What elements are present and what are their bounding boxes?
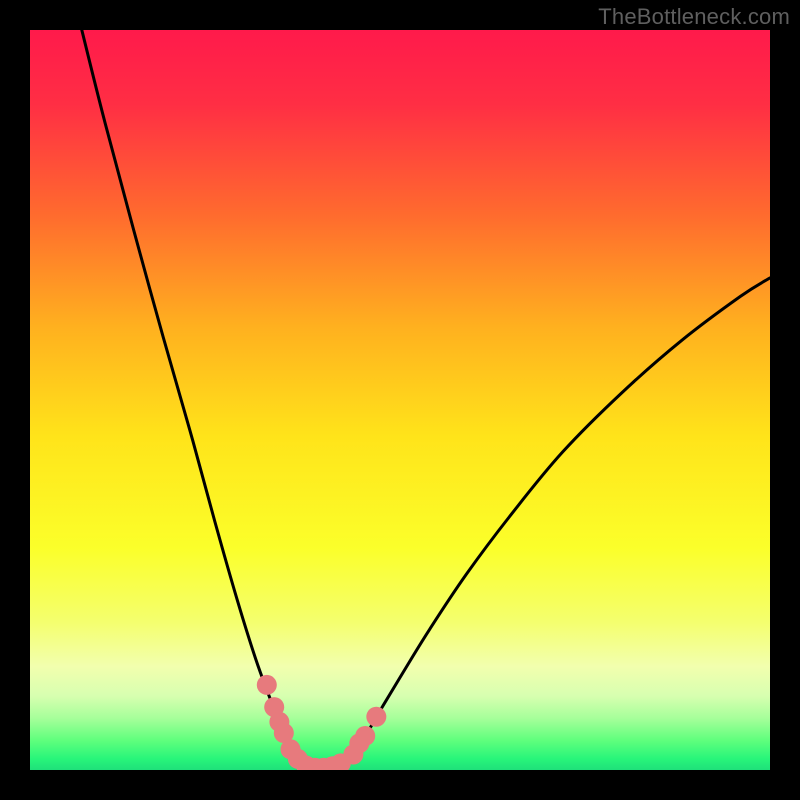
chart-frame: TheBottleneck.com (0, 0, 800, 800)
pink-marker-outlier (366, 707, 386, 727)
watermark-text: TheBottleneck.com (598, 4, 790, 30)
pink-marker-left (257, 675, 277, 695)
gradient-background (30, 30, 770, 770)
bottleneck-chart (30, 30, 770, 770)
pink-marker-right (355, 726, 375, 746)
